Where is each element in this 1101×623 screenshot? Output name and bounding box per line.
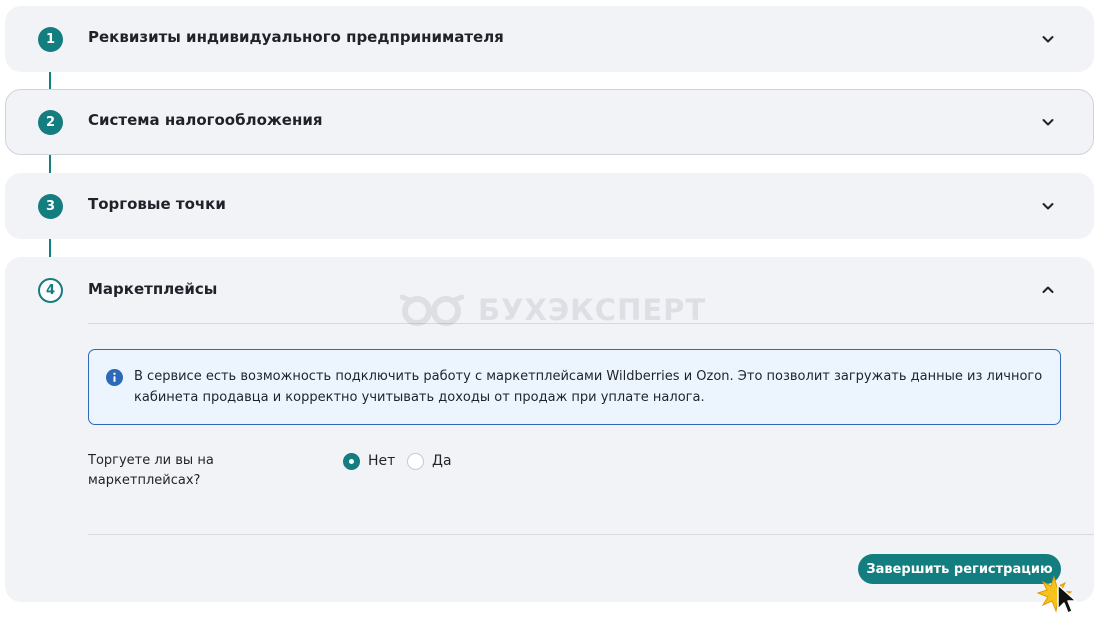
step-retail-points: Торговые точки (5, 173, 1094, 239)
finish-registration-button[interactable]: Завершить регистрацию (858, 554, 1061, 584)
radio-option-yes[interactable]: Да (407, 452, 452, 470)
info-icon (106, 369, 123, 386)
radio-option-no[interactable]: Нет (343, 452, 395, 470)
step-title: Реквизиты индивидуального предпринимател… (88, 28, 504, 46)
chevron-down-icon[interactable] (1040, 198, 1056, 214)
registration-stepper: Реквизиты индивидуального предпринимател… (0, 0, 1101, 623)
chevron-up-icon[interactable] (1040, 282, 1056, 298)
step-marketplaces: Маркетплейсы В сервисе есть возможность … (5, 257, 1094, 602)
step-number: 2 (38, 110, 63, 135)
info-text: В сервисе есть возможность подключить ра… (134, 369, 1043, 405)
info-notice: В сервисе есть возможность подключить ра… (88, 349, 1061, 425)
step-ip-details: Реквизиты индивидуального предпринимател… (5, 6, 1094, 72)
radio-label-no: Нет (368, 453, 396, 469)
step-tax-system: Система налогообложения (5, 89, 1094, 155)
step-title: Система налогообложения (88, 111, 323, 129)
section-divider (88, 534, 1094, 535)
step-title: Торговые точки (88, 195, 226, 213)
marketplaces-question: Торгуете ли вы на маркетплейсах? (88, 453, 214, 488)
step-title: Маркетплейсы (88, 280, 218, 298)
step-number: 3 (38, 194, 63, 219)
step-header-marketplaces[interactable]: Маркетплейсы (5, 257, 1094, 323)
chevron-down-icon[interactable] (1040, 114, 1056, 130)
step-number: 1 (38, 27, 63, 52)
step-number: 4 (38, 278, 63, 303)
section-divider (88, 323, 1094, 324)
step-header-ip-details[interactable]: Реквизиты индивидуального предпринимател… (5, 6, 1094, 72)
radio-yes[interactable] (407, 452, 424, 470)
chevron-down-icon[interactable] (1040, 31, 1056, 47)
radio-label-yes: Да (432, 453, 452, 469)
step-header-retail-points[interactable]: Торговые точки (5, 173, 1094, 239)
radio-no[interactable] (343, 452, 360, 470)
step-header-tax-system[interactable]: Система налогообложения (6, 90, 1093, 156)
